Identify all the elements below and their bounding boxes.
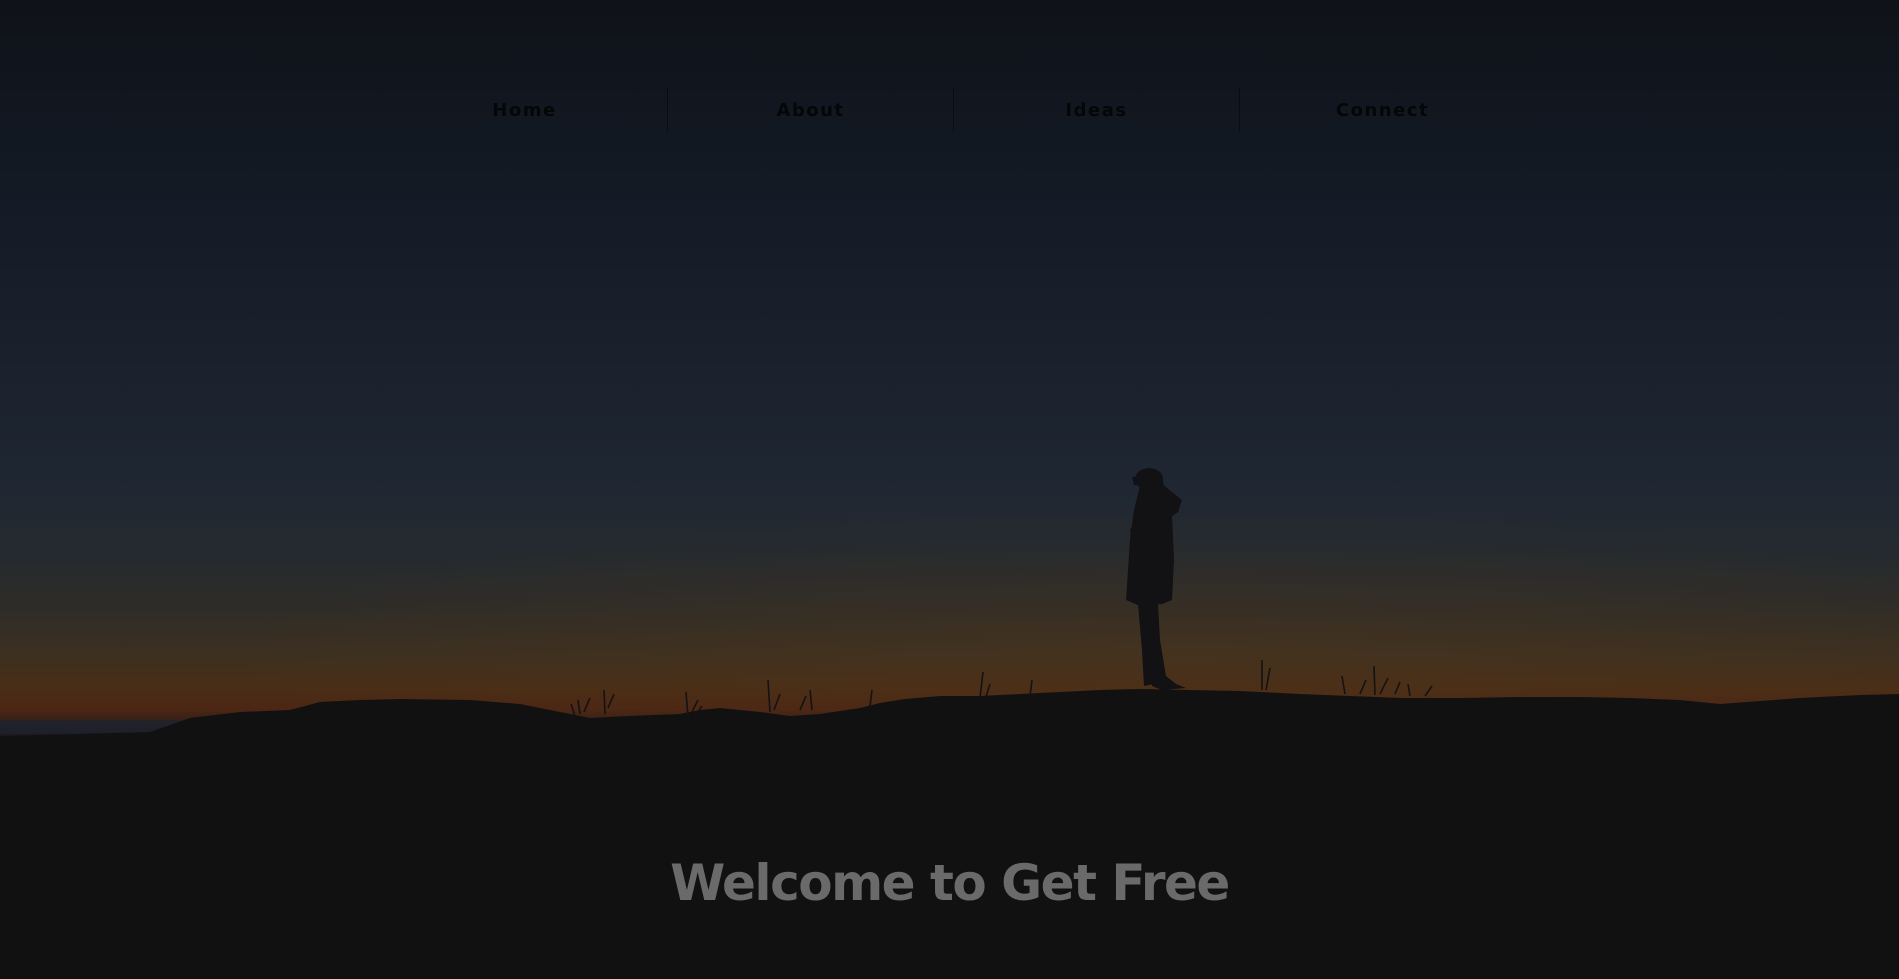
nav-item-label: Home bbox=[492, 99, 557, 121]
hero-section: Home About Ideas Connect Welcome to Get … bbox=[0, 0, 1899, 979]
nav-item-label: About bbox=[776, 99, 845, 121]
nav-list: Home About Ideas Connect bbox=[382, 88, 1525, 132]
nav-item-connect[interactable]: Connect bbox=[1239, 88, 1525, 132]
nav-item-about[interactable]: About bbox=[667, 88, 953, 132]
hero-heading: Welcome to Get Free bbox=[670, 854, 1230, 912]
nav-item-home[interactable]: Home bbox=[382, 88, 667, 132]
nav-item-label: Connect bbox=[1335, 99, 1430, 121]
nav-item-ideas[interactable]: Ideas bbox=[953, 88, 1239, 132]
nav-item-label: Ideas bbox=[1065, 99, 1128, 121]
hills-silhouette bbox=[0, 689, 1899, 979]
main-navigation: Home About Ideas Connect bbox=[0, 0, 1899, 222]
